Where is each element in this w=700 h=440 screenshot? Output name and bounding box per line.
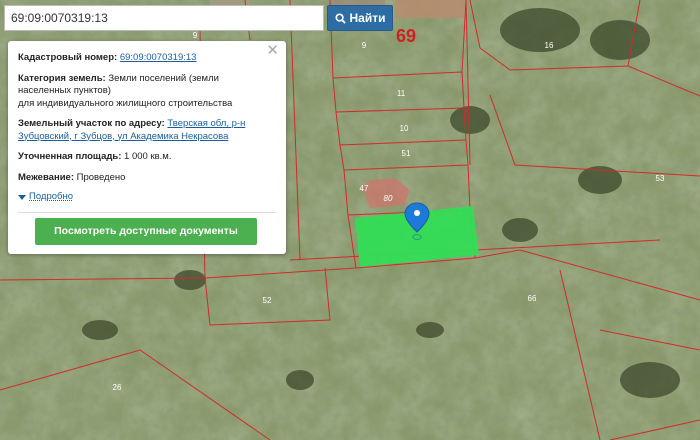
cadastral-number-link[interactable]: 69:09:0070319:13 [120,52,197,63]
details-toggle[interactable]: Подробно [18,191,276,204]
survey-label: Межевание: [18,171,74,183]
search-input[interactable]: 69:09:0070319:13 [4,5,324,31]
search-icon [334,12,346,24]
parcel-label-66: 66 [528,294,537,303]
survey-row: Межевание: Проведено [18,172,276,185]
address-row: Земельный участок по адресу: Тверская об… [18,118,276,143]
parcel-label-9: 9 [362,41,367,50]
category-value-2: населенных пунктов) [18,85,111,96]
cadastral-row: Кадастровый номер: 69:09:0070319:13 [18,52,276,65]
parcel-label-10: 10 [400,124,409,133]
area-label: Уточненная площадь: [18,151,122,162]
area-value: 1 000 кв.м. [124,151,172,162]
region-label: 69 [396,26,416,46]
address-label: Земельный участок по адресу: [18,118,165,129]
category-label: Категория земель: [18,72,106,84]
survey-value: Проведено [76,171,126,183]
address-link-2[interactable]: Зубцовский, г Зубцов, ул Академика Некра… [18,131,228,142]
caret-down-icon [18,194,26,200]
details-toggle-label: Подробно [29,191,73,202]
parcel-label-80: 80 [384,194,393,203]
parcel-label-26: 26 [113,383,122,392]
address-link-1[interactable]: Тверская обл, р-н [167,118,245,129]
area-row: Уточненная площадь: 1 000 кв.м. [18,151,276,164]
search-button-label: Найти [349,11,386,25]
category-value-3: для индивидуального жилищного строительс… [18,97,233,109]
divider [18,211,276,213]
parcel-info-panel: ✕ Кадастровый номер: 69:09:0070319:13 Ка… [8,41,286,254]
parcel-label-52: 52 [263,296,272,305]
parcel-label-53: 53 [656,174,665,183]
view-documents-button[interactable]: Посмотреть доступные документы [35,218,257,245]
parcel-label-47: 47 [360,184,369,193]
category-value-1: Земли поселений (земли [108,72,219,84]
parcel-label-51: 51 [402,149,411,158]
parcel-label-16: 16 [545,41,554,50]
cadastral-label: Кадастровый номер: [18,52,118,63]
parcel-label-9b: 9 [193,31,198,40]
search-button[interactable]: Найти [327,5,393,31]
close-icon[interactable]: ✕ [266,43,279,57]
parcel-label-11: 11 [397,89,406,98]
category-row: Категория земель: Земли поселений (земли… [18,73,276,111]
